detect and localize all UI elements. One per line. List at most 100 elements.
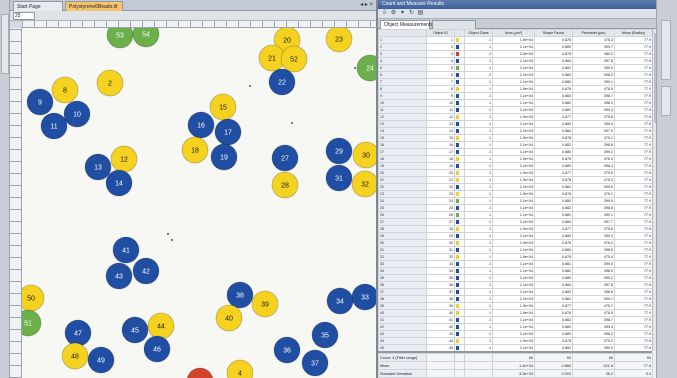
- table-row[interactable]: 2 2 1 1.1e+04 0.880 399.7 77.9: [378, 43, 652, 51]
- table-row[interactable]: 35 35 1 1.1e+04 0.880 399.2 77.9: [378, 274, 652, 282]
- bead-12[interactable]: 12: [110, 145, 138, 173]
- bead-32[interactable]: 32: [351, 170, 376, 198]
- bead-48[interactable]: 48: [61, 342, 89, 370]
- table-row[interactable]: 38 38 1 1.1e+04 0.881 399.1 77.9: [378, 295, 652, 303]
- bead-49[interactable]: 49: [87, 346, 115, 374]
- table-row[interactable]: 40 40 1 1.9e+04 0.876 476.0 77.9: [378, 309, 652, 317]
- table-row[interactable]: 26 26 1 1.1e+04 0.881 399.1 77.9: [378, 211, 652, 219]
- column-header[interactable]: Shape Factor: [534, 29, 573, 37]
- zoom-select[interactable]: 25: [13, 12, 35, 20]
- table-row[interactable]: 8 8 1 1.9e+04 0.876 476.0 77.9: [378, 85, 652, 93]
- table-row[interactable]: 4 4 1 1.1e+04 0.884 397.8 77.9: [378, 57, 652, 65]
- bead-8[interactable]: 8: [51, 76, 79, 104]
- table-row[interactable]: 36 36 1 1.1e+04 0.884 397.8 77.9: [378, 281, 652, 289]
- table-row[interactable]: 25 25 1 1.1e+04 0.882 398.8 77.9: [378, 204, 652, 212]
- bead-9[interactable]: 9: [26, 88, 54, 116]
- options-icon[interactable]: ⚙: [390, 10, 397, 17]
- bead-23[interactable]: 23: [325, 28, 353, 53]
- bead-29[interactable]: 29: [325, 137, 353, 165]
- bead-2[interactable]: 2: [96, 69, 124, 97]
- bead-54[interactable]: 54: [132, 28, 160, 48]
- bead-14[interactable]: 14: [105, 169, 133, 197]
- bead-15[interactable]: 15: [209, 93, 237, 121]
- table-row[interactable]: 16 16 1 1.1e+04 0.882 398.6 77.9: [378, 141, 652, 149]
- bead-36[interactable]: 36: [273, 336, 301, 364]
- table-row[interactable]: 22 22 1 1.1e+04 0.881 399.0 77.9: [378, 183, 652, 191]
- bead-31[interactable]: 31: [325, 164, 353, 192]
- table-row[interactable]: 32 32 1 1.9e+04 0.878 475.4 77.9: [378, 253, 652, 261]
- export-icon[interactable]: ⇩: [381, 10, 388, 17]
- table-row[interactable]: 31 31 1 1.1e+04 0.883 398.5 77.9: [378, 246, 652, 254]
- bead-4[interactable]: 4: [226, 359, 254, 378]
- table-row[interactable]: 5 5 1 1.1e+04 0.881 399.0 77.9: [378, 64, 652, 72]
- table-row[interactable]: 9 9 1 1.1e+04 0.883 398.7 77.9: [378, 92, 652, 100]
- image-canvas[interactable]: 53 54 20 23 21 52 22 24 2 8 9 10 11 15 16 17 18 19 27 28 29 3…: [22, 28, 376, 378]
- table-row[interactable]: 43 43 1 1.1e+04 0.883 398.3 77.9: [378, 330, 652, 338]
- bead-46[interactable]: 46: [143, 335, 171, 363]
- table-row[interactable]: 29 29 1 1.1e+04 0.880 399.3 77.9: [378, 232, 652, 240]
- bead-34[interactable]: 34: [326, 287, 354, 315]
- table-row[interactable]: 15 15 1 1.9e+04 0.878 475.1 77.9: [378, 134, 652, 142]
- bead-45[interactable]: 45: [121, 316, 149, 344]
- bead-40[interactable]: 40: [215, 304, 243, 332]
- table-row[interactable]: 19 19 1 1.1e+04 0.883 398.4 77.9: [378, 162, 652, 170]
- table-row[interactable]: 41 41 1 1.1e+04 0.882 398.7 77.9: [378, 316, 652, 324]
- bead-44[interactable]: 44: [147, 312, 175, 340]
- table-row[interactable]: 33 33 1 1.1e+04 0.881 399.0 77.9: [378, 260, 652, 268]
- bead-24[interactable]: 24: [356, 54, 376, 82]
- bead-22[interactable]: 22: [268, 68, 296, 96]
- table-row[interactable]: 20 20 1 1.9e+04 0.877 475.9 77.9: [378, 169, 652, 177]
- chart-icon[interactable]: ▤: [417, 10, 424, 17]
- bead-18[interactable]: 18: [181, 136, 209, 164]
- bead-13[interactable]: 13: [84, 153, 112, 181]
- refresh-icon[interactable]: ↻: [408, 10, 415, 17]
- table-row[interactable]: 21 21 1 1.9e+04 0.878 475.3 77.9: [378, 176, 652, 184]
- table-row[interactable]: 39 39 1 1.9e+04 0.877 475.7 77.9: [378, 302, 652, 310]
- table-row[interactable]: 37 37 1 1.1e+04 0.883 398.6 77.9: [378, 288, 652, 296]
- bead-42[interactable]: 42: [132, 257, 160, 285]
- table-row[interactable]: 10 10 1 1.1e+04 0.882 398.9 77.9: [378, 99, 652, 107]
- bead-10[interactable]: 10: [63, 100, 91, 128]
- column-header[interactable]: Object ID: [426, 29, 455, 37]
- bead-53[interactable]: 53: [106, 28, 134, 49]
- bead-43[interactable]: 43: [105, 262, 133, 290]
- table-row[interactable]: 13 13 1 1.1e+04 0.880 399.4 77.9: [378, 120, 652, 128]
- table-row[interactable]: 6 6 2 1.1e+04 0.883 398.2 77.9: [378, 71, 652, 79]
- bead-unlabeled[interactable]: [186, 367, 214, 378]
- column-header[interactable]: [454, 29, 465, 37]
- bead-28[interactable]: 28: [271, 171, 299, 199]
- tab-object-measurements[interactable]: Object Measurements: [380, 20, 433, 29]
- right-rail-tab-options[interactable]: [661, 86, 671, 116]
- bead-38[interactable]: 38: [226, 281, 254, 309]
- table-row[interactable]: 17 17 1 1.1e+04 0.880 399.2 77.9: [378, 148, 652, 156]
- bead-51[interactable]: 51: [22, 309, 42, 337]
- measurements-table-container[interactable]: Object ID Object Class Area (µm²) Shape Fac…: [378, 29, 652, 351]
- table-row[interactable]: 44 44 1 1.9e+04 0.878 475.2 77.9: [378, 337, 652, 345]
- bead-35[interactable]: 35: [311, 321, 339, 349]
- bead-19[interactable]: 19: [210, 143, 238, 171]
- bead-11[interactable]: 11: [40, 112, 68, 140]
- table-row[interactable]: 18 18 1 1.9e+04 0.876 476.4 77.9: [378, 155, 652, 163]
- table-row[interactable]: 14 14 1 1.1e+04 0.884 397.9 77.9: [378, 127, 652, 135]
- table-row[interactable]: 24 24 1 1.1e+04 0.880 399.5 77.9: [378, 197, 652, 205]
- tab-navigation-arrows[interactable]: ◂ ▸ ×: [360, 1, 373, 10]
- bead-33[interactable]: 33: [351, 283, 376, 311]
- filter-icon[interactable]: ▾: [399, 10, 406, 17]
- bead-39[interactable]: 39: [251, 290, 279, 318]
- bead-27[interactable]: 27: [271, 144, 299, 172]
- bead-52[interactable]: 52: [280, 45, 308, 73]
- bead-50[interactable]: 50: [22, 284, 45, 312]
- table-row[interactable]: 11 11 1 1.1e+04 0.881 399.3 77.9: [378, 106, 652, 114]
- bead-37[interactable]: 37: [301, 349, 329, 377]
- table-row[interactable]: 1 1 1 1.9e+04 0.876 476.3 77.9: [378, 36, 652, 44]
- table-row[interactable]: 3 3 2 2.0e+04 0.878 480.2 77.9: [378, 50, 652, 58]
- column-header[interactable]: Perimeter (µm): [572, 29, 615, 37]
- bead-17[interactable]: 17: [214, 118, 242, 146]
- table-row[interactable]: 23 23 1 1.9e+04 0.876 476.1 77.9: [378, 190, 652, 198]
- right-rail-tab-measurements[interactable]: [661, 20, 671, 80]
- bead-30[interactable]: 30: [352, 141, 376, 169]
- bead-41[interactable]: 41: [112, 236, 140, 264]
- table-row[interactable]: 42 42 1 1.1e+04 0.880 399.4 77.9: [378, 323, 652, 331]
- tab-secondary[interactable]: [432, 20, 476, 29]
- bead-16[interactable]: 16: [187, 111, 215, 139]
